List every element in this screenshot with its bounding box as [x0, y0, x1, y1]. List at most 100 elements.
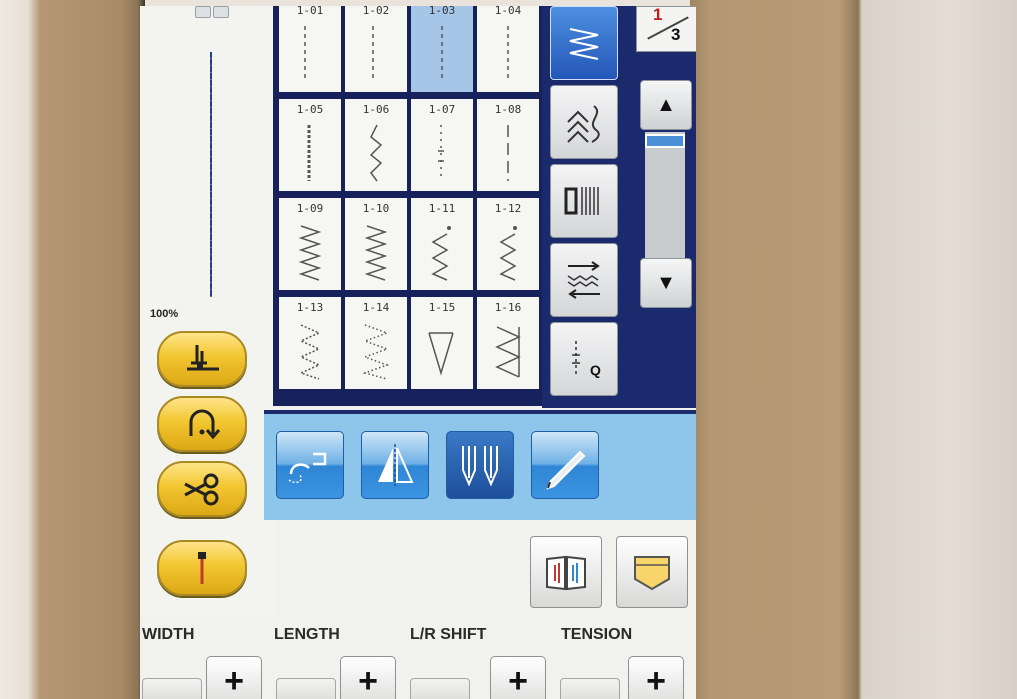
quilting-stitch-category-icon: Q — [572, 341, 601, 378]
reverse-stitch-icon — [189, 409, 221, 440]
stitch-label: 1-06 — [362, 103, 390, 116]
triangle-down-icon: ▼ — [656, 271, 676, 294]
page-up-button[interactable]: ▲ — [640, 80, 692, 130]
length-plus-button[interactable]: + — [340, 656, 396, 699]
twin-needle-icon — [462, 446, 498, 487]
twin-needle-button[interactable] — [446, 431, 514, 499]
stitch-label: 1-02 — [362, 6, 390, 17]
stitch-label: 1-04 — [494, 6, 522, 17]
zoom-level: 100% — [150, 308, 179, 320]
stitch-label: 1-03 — [428, 6, 456, 17]
length-minus-button[interactable] — [276, 678, 336, 699]
triangle-up-icon: ▲ — [656, 93, 676, 116]
free-motion-button[interactable] — [276, 431, 344, 499]
presser-foot-button[interactable] — [157, 331, 247, 387]
stitch-label: 1-13 — [296, 301, 324, 314]
overcasting-stitch-icon — [428, 332, 454, 376]
needle-position-icon — [198, 552, 206, 584]
utility-stitch-category-button[interactable] — [550, 6, 618, 80]
tension-label: TENSION — [561, 626, 633, 643]
decorative-stitch-category-button[interactable] — [550, 85, 618, 159]
stitch-cell-1-08[interactable]: 1-08 — [477, 99, 539, 191]
zigzag-left-stitch-icon — [499, 226, 517, 281]
edit-pen-icon — [546, 450, 586, 490]
stitch-cell-1-16[interactable]: 1-16 — [477, 297, 539, 389]
stitch-label: 1-16 — [494, 301, 522, 314]
buttonhole-category-icon — [564, 187, 599, 215]
tension-plus-button[interactable]: + — [628, 656, 684, 699]
stitch-cell-1-07[interactable]: 1-07 — [411, 99, 473, 191]
stitch-cell-1-15[interactable]: 1-15 — [411, 297, 473, 389]
stitch-cell-1-14[interactable]: 1-14 — [345, 297, 407, 389]
stitch-cell-1-10[interactable]: 1-10 — [345, 198, 407, 290]
straight-stitch-left-icon — [372, 26, 374, 82]
stitch-cell-1-02[interactable]: 1-02 — [345, 6, 407, 92]
basting-stitch-icon — [507, 125, 509, 181]
zigzag-right-stitch-icon — [431, 226, 451, 281]
stitch-preview — [210, 52, 212, 297]
stitch-view-icon — [195, 6, 211, 18]
machine-bezel-right — [690, 0, 1017, 699]
thread-cutter-button[interactable] — [157, 461, 247, 517]
reverse-stitch-button[interactable] — [157, 396, 247, 452]
stitch-cell-1-03[interactable]: 1-03 — [411, 6, 473, 92]
straight-stitch-middle-icon — [507, 26, 509, 82]
pocket-memory-icon — [634, 556, 670, 591]
utility-stitch-category-icon — [569, 28, 599, 60]
stitch-cell-1-11[interactable]: 1-11 — [411, 198, 473, 290]
touch-screen: 100% 1-01 1-02 1-03 1-04 1-05 1-06 1-07 … — [140, 6, 696, 699]
stem-stitch-icon — [369, 124, 383, 182]
quilting-stitch-category-button[interactable]: Q — [550, 322, 618, 396]
stitch-label: 1-15 — [428, 301, 456, 314]
stitch-label: 1-09 — [296, 202, 324, 215]
stitch-cell-1-12[interactable]: 1-12 — [477, 198, 539, 290]
stitch-cell-1-04[interactable]: 1-04 — [477, 6, 539, 92]
manual-button[interactable] — [530, 536, 602, 608]
quilting-q-label: Q — [590, 362, 601, 378]
stitch-cell-1-01[interactable]: 1-01 — [279, 6, 341, 92]
decorative-stitch-icon — [438, 125, 444, 181]
memory-button[interactable] — [616, 536, 688, 608]
stitch-label: 1-12 — [494, 202, 522, 215]
category-panel: Q 1 3 ▲ ▼ — [542, 6, 696, 408]
width-minus-button[interactable] — [142, 678, 202, 699]
length-label: LENGTH — [274, 626, 340, 643]
function-bar-divider — [264, 410, 696, 414]
mirror-image-icon — [378, 444, 414, 486]
edit-button[interactable] — [531, 431, 599, 499]
stitch-label: 1-10 — [362, 202, 390, 215]
zigzag-stitch-icon — [298, 225, 322, 281]
decorative-stitch-category-icon — [567, 105, 600, 143]
stitch-label: 1-08 — [494, 103, 522, 116]
stitch-cell-1-13[interactable]: 1-13 — [279, 297, 341, 389]
manual-book-icon — [546, 555, 586, 591]
mirror-image-button[interactable] — [361, 431, 429, 499]
stitch-label: 1-05 — [296, 103, 324, 116]
zigzag-stitch-icon — [364, 225, 388, 281]
stitch-label: 1-14 — [362, 301, 390, 314]
scroll-thumb[interactable] — [645, 134, 685, 148]
stitch-cell-1-05[interactable]: 1-05 — [279, 99, 341, 191]
width-plus-button[interactable]: + — [206, 656, 262, 699]
page-indicator: 1 3 — [636, 6, 696, 52]
presser-foot-lifter-icon — [187, 345, 219, 371]
tension-minus-button[interactable] — [560, 678, 620, 699]
actual-size-icon — [213, 6, 229, 18]
page-scrollbar[interactable] — [645, 132, 685, 258]
page-down-button[interactable]: ▼ — [640, 258, 692, 308]
free-motion-mode-icon — [288, 452, 327, 484]
page-total: 3 — [671, 25, 681, 44]
satin-stitch-category-icon — [567, 261, 600, 299]
straight-stitch-left-icon — [304, 26, 306, 82]
needle-position-button[interactable] — [157, 540, 247, 596]
lr-shift-plus-button[interactable]: + — [490, 656, 546, 699]
satin-stitch-category-button[interactable] — [550, 243, 618, 317]
stitch-cell-1-06[interactable]: 1-06 — [345, 99, 407, 191]
overcasting-stitch-icon — [495, 326, 521, 378]
lr-shift-minus-button[interactable] — [410, 678, 470, 699]
stitch-label: 1-01 — [296, 6, 324, 17]
two-step-elastic-zigzag-icon — [298, 324, 321, 380]
buttonhole-category-button[interactable] — [550, 164, 618, 238]
stitch-cell-1-09[interactable]: 1-09 — [279, 198, 341, 290]
stitch-label: 1-11 — [428, 202, 456, 215]
